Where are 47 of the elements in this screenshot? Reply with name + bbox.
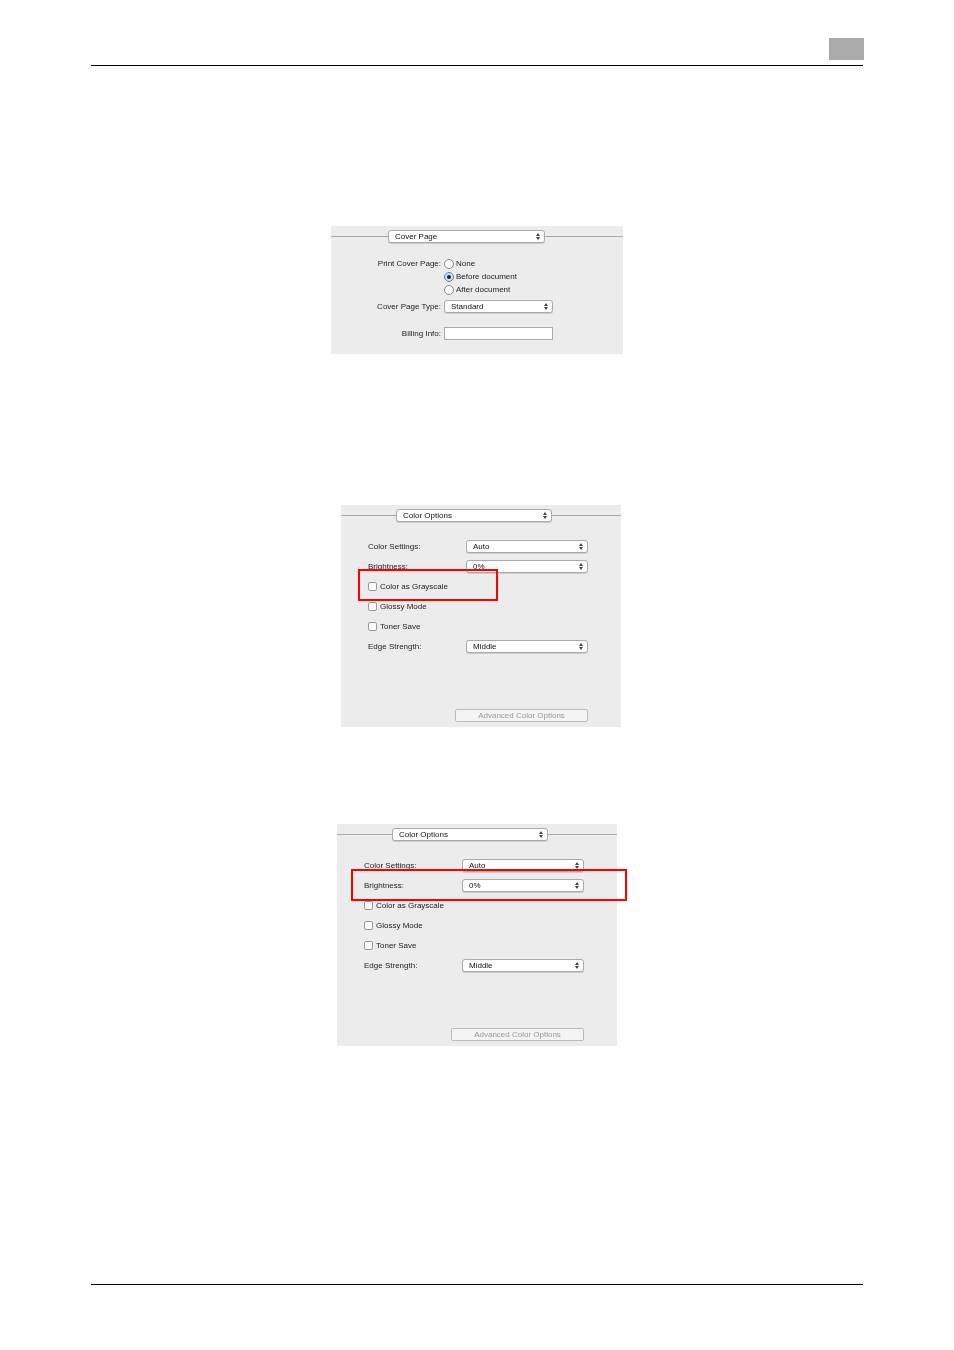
checkbox[interactable] — [364, 900, 373, 910]
checkbox-option[interactable]: Color as Grayscale — [368, 581, 449, 591]
popup-menu[interactable]: Middle — [466, 639, 588, 653]
popup-menu[interactable]: 0% — [466, 559, 588, 573]
field-label: Color Settings: — [364, 860, 418, 870]
checkbox[interactable] — [364, 940, 373, 950]
field-label: Brightness: — [364, 880, 406, 890]
popup-menu[interactable]: Middle — [462, 958, 584, 972]
stepper-arrows-icon — [543, 511, 547, 519]
stepper-arrows-icon — [575, 961, 579, 969]
stepper-arrows-icon — [575, 861, 579, 869]
stepper-arrows-icon — [579, 542, 583, 550]
checkbox[interactable] — [368, 621, 377, 631]
radio-button[interactable] — [444, 271, 454, 282]
field-label: Edge Strength: — [364, 960, 419, 970]
stepper-arrows-icon — [544, 303, 548, 310]
checkbox[interactable] — [368, 601, 377, 611]
checkbox-option[interactable]: Glossy Mode — [368, 601, 427, 611]
section-popup-menu[interactable]: Color Options — [396, 508, 552, 522]
checkbox-option[interactable]: Toner Save — [368, 621, 421, 631]
checkbox[interactable] — [364, 920, 373, 930]
field-label: Print Cover Page: — [376, 259, 442, 268]
section-popup-menu[interactable]: Color Options — [392, 827, 548, 841]
stepper-arrows-icon — [575, 881, 579, 889]
radio-option[interactable]: None — [444, 257, 476, 270]
popup-menu[interactable]: 0% — [462, 878, 584, 892]
radio-button[interactable] — [444, 284, 454, 295]
radio-option[interactable]: After document — [444, 283, 511, 296]
field-label: Color Settings: — [368, 541, 422, 551]
section-popup-menu[interactable]: Cover Page — [388, 229, 545, 243]
stepper-arrows-icon — [579, 562, 583, 570]
popup-menu[interactable]: Standard — [444, 300, 553, 313]
popup-menu[interactable]: Auto — [466, 539, 588, 553]
stepper-arrows-icon — [539, 830, 543, 838]
field-label: Billing Info: — [400, 329, 442, 338]
checkbox-option[interactable]: Color as Grayscale — [364, 900, 445, 910]
stepper-arrows-icon — [536, 232, 540, 240]
checkbox-option[interactable]: Toner Save — [364, 940, 417, 950]
checkbox[interactable] — [368, 581, 377, 591]
input-field[interactable] — [444, 327, 553, 340]
radio-option[interactable]: Before document — [444, 270, 517, 283]
radio-button[interactable] — [444, 258, 454, 269]
checkbox-option[interactable]: Glossy Mode — [364, 920, 423, 930]
stepper-arrows-icon — [579, 642, 583, 650]
field-label: Cover Page Type: — [376, 302, 442, 311]
field-label: Brightness: — [368, 561, 410, 571]
field-label: Edge Strength: — [368, 641, 423, 651]
